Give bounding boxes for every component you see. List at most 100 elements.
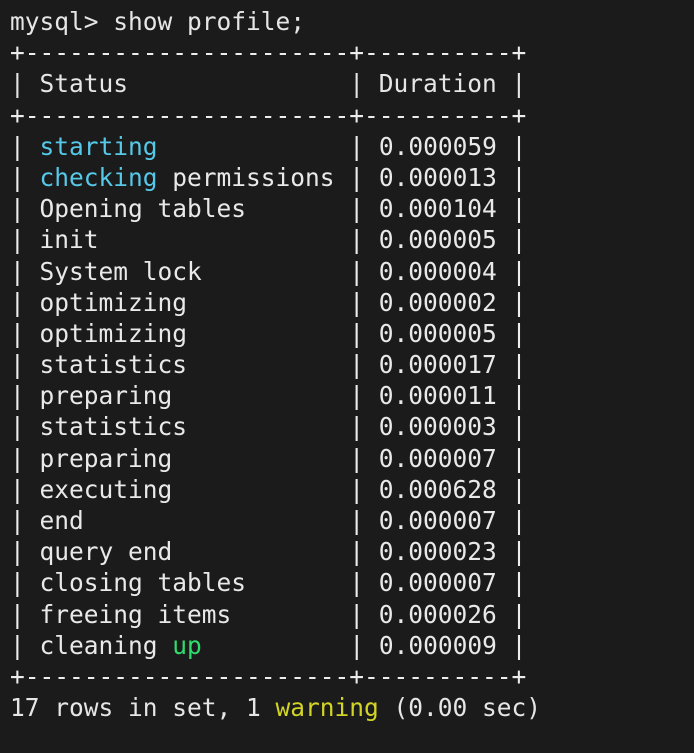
row-border-right: | — [496, 287, 527, 317]
row-border-left: | — [10, 630, 40, 660]
row-border-left: | — [10, 318, 40, 348]
row-border-right: | — [496, 381, 527, 411]
row-border-right: | — [496, 225, 527, 255]
table-body: | starting | 0.000059 | | checking permis… — [10, 131, 694, 661]
row-border-mid: | — [334, 474, 379, 504]
duration-value: 0.000002 — [378, 287, 497, 317]
row-border-mid: | — [334, 599, 379, 629]
row-border-mid: | — [334, 506, 379, 535]
row-border-right: | — [496, 443, 527, 473]
table-rule-bottom: +----------------------+----------+ — [10, 661, 527, 691]
row-border-left: | — [10, 537, 40, 567]
row-border-mid: | — [334, 381, 379, 411]
row-border-right: | — [496, 162, 527, 192]
status-text: freeing items — [39, 599, 335, 629]
status-text: permissions — [157, 162, 335, 192]
row-border-mid: | — [334, 537, 379, 567]
duration-value: 0.000007 — [378, 443, 497, 473]
row-border-left: | — [10, 443, 40, 473]
table-row: | checking permissions | 0.000013 | — [10, 162, 694, 193]
table-row: | init | 0.000005 | — [10, 224, 694, 255]
status-keyword: starting — [39, 131, 158, 161]
row-border-mid: | — [334, 225, 379, 255]
table-row: | statistics | 0.000017 | — [10, 349, 694, 380]
duration-value: 0.000007 — [378, 568, 497, 598]
status-text: preparing — [39, 443, 335, 473]
duration-value: 0.000059 — [378, 131, 497, 161]
table-row: | optimizing | 0.000005 | — [10, 318, 694, 349]
status-keyword: up — [172, 630, 202, 660]
duration-value: 0.000013 — [378, 162, 497, 192]
status-text: optimizing — [39, 287, 335, 317]
table-header-text: | Status | Duration | — [10, 69, 527, 99]
duration-value: 0.000026 — [378, 599, 497, 629]
table-row: | end | 0.000007 | — [10, 505, 694, 536]
row-border-right: | — [496, 194, 527, 224]
table-rule-header: +----------------------+----------+ — [10, 100, 527, 130]
duration-value: 0.000011 — [378, 381, 497, 411]
status-pad — [158, 132, 335, 161]
duration-value: 0.000628 — [378, 474, 497, 504]
duration-value: 0.000005 — [378, 318, 497, 348]
row-border-left: | — [10, 506, 40, 535]
row-border-mid: | — [334, 443, 379, 473]
footer-suffix: (0.00 sec) — [378, 693, 542, 723]
row-border-right: | — [496, 318, 527, 348]
prompt-line: mysql> show profile; — [10, 6, 694, 37]
table-row: | System lock | 0.000004 | — [10, 256, 694, 287]
duration-value: 0.000007 — [378, 506, 497, 535]
status-keyword: checking — [39, 162, 158, 192]
row-border-right: | — [496, 599, 527, 629]
status-pad — [202, 631, 335, 660]
table-row: | preparing | 0.000011 | — [10, 380, 694, 411]
row-border-left: | — [10, 412, 40, 442]
row-border-mid: | — [334, 568, 379, 598]
status-text: statistics — [39, 412, 335, 442]
table-row: | starting | 0.000059 | — [10, 131, 694, 162]
terminal-window: mysql> show profile; +------------------… — [0, 0, 694, 753]
row-border-right: | — [496, 537, 527, 567]
status-text: end — [39, 506, 335, 535]
row-border-mid: | — [334, 287, 379, 317]
row-border-mid: | — [334, 412, 379, 442]
duration-value: 0.000017 — [378, 350, 497, 380]
row-border-left: | — [10, 162, 40, 192]
row-border-mid: | — [334, 131, 379, 161]
status-text: query end — [39, 537, 335, 567]
table-row: | preparing | 0.000007 | — [10, 443, 694, 474]
row-border-left: | — [10, 350, 40, 380]
row-border-left: | — [10, 256, 40, 286]
prompt-text: mysql> show profile; — [10, 7, 306, 36]
status-text: cleaning — [39, 630, 173, 660]
table-rule-top: +----------------------+----------+ — [10, 38, 527, 68]
status-text: Opening tables — [39, 194, 335, 224]
duration-value: 0.000004 — [378, 256, 497, 286]
row-border-right: | — [496, 474, 527, 504]
row-border-left: | — [10, 194, 40, 224]
table-row: | query end | 0.000023 | — [10, 536, 694, 567]
duration-value: 0.000104 — [378, 194, 497, 224]
table-row: | executing | 0.000628 | — [10, 474, 694, 505]
status-text: statistics — [39, 350, 335, 380]
row-border-mid: | — [334, 162, 379, 192]
row-border-left: | — [10, 474, 40, 504]
footer-warning-label: warning — [275, 693, 379, 723]
row-border-left: | — [10, 381, 40, 411]
status-text: init — [39, 225, 335, 255]
footer-prefix: 17 rows in set, 1 — [10, 693, 276, 723]
table-row: | closing tables | 0.000007 | — [10, 567, 694, 598]
duration-value: 0.000023 — [378, 537, 497, 567]
duration-value: 0.000005 — [378, 225, 497, 255]
status-text: optimizing — [39, 318, 335, 348]
status-text: System lock — [39, 256, 335, 286]
table-row: | optimizing | 0.000002 | — [10, 287, 694, 318]
row-border-left: | — [10, 568, 40, 598]
duration-value: 0.000009 — [378, 630, 497, 660]
row-border-left: | — [10, 287, 40, 317]
row-border-right: | — [496, 412, 527, 442]
row-border-right: | — [496, 350, 527, 380]
row-border-right: | — [496, 630, 527, 660]
status-text: executing — [39, 474, 335, 504]
result-footer: 17 rows in set, 1 warning (0.00 sec) — [10, 692, 694, 723]
row-border-right: | — [496, 256, 527, 286]
